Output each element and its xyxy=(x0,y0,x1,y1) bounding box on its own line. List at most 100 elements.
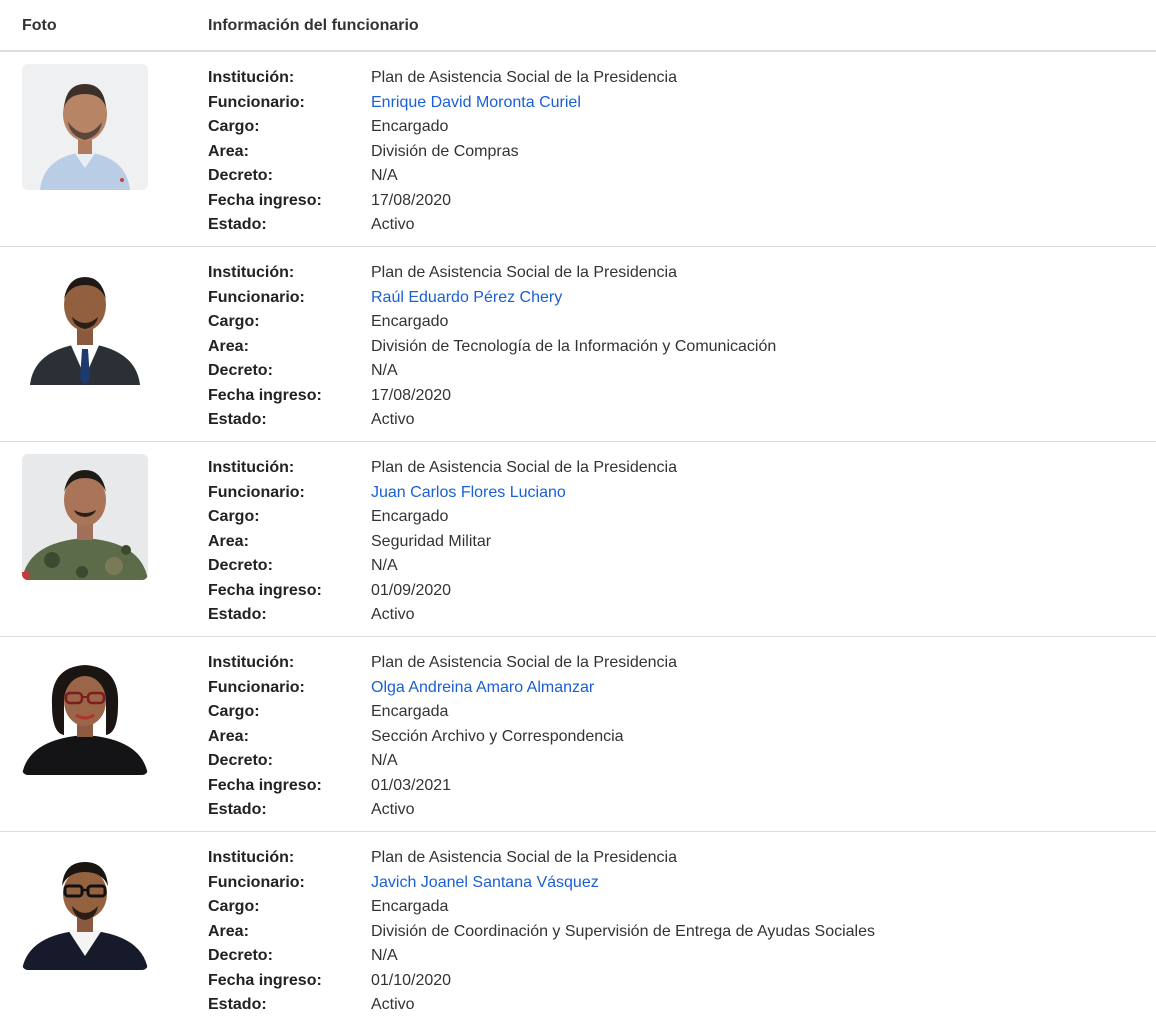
label-area: Area: xyxy=(208,532,249,550)
label-decreto: Decreto: xyxy=(208,167,273,184)
value-area: División de Coordinación y Supervisión d… xyxy=(371,922,876,940)
value-fecha: 17/08/2020 xyxy=(371,191,452,209)
label-cargo: Cargo: xyxy=(208,118,260,135)
value-cargo: Encargado xyxy=(371,313,449,330)
value-institucion: Plan de Asistencia Social de la Presiden… xyxy=(371,459,677,476)
value-estado: Activo xyxy=(371,216,415,233)
field-area: Area: División de Compras xyxy=(208,140,677,165)
label-cargo: Cargo: xyxy=(208,508,260,525)
label-estado: Estado: xyxy=(208,216,267,233)
officials-table: Foto Información del funcionario Institu… xyxy=(0,0,1156,1022)
field-estado: Estado: Activo xyxy=(208,213,677,238)
value-decreto: N/A xyxy=(371,752,398,769)
field-decreto: Decreto: N/A xyxy=(208,554,677,579)
field-cargo: Cargo: Encargado xyxy=(208,115,677,140)
field-institucion: Institución: Plan de Asistencia Social d… xyxy=(208,261,776,286)
label-funcionario: Funcionario: xyxy=(208,678,305,696)
field-cargo: Cargo: Encargado xyxy=(208,505,677,530)
value-area: División de Tecnología de la Información… xyxy=(371,337,777,355)
table-row: Institución: Plan de Asistencia Social d… xyxy=(0,442,1156,637)
value-decreto: N/A xyxy=(371,362,398,379)
value-cargo: Encargada xyxy=(371,703,449,720)
official-name-link[interactable]: Juan Carlos Flores Luciano xyxy=(371,481,566,506)
value-fecha: 01/03/2021 xyxy=(371,776,452,794)
field-decreto: Decreto: N/A xyxy=(208,749,677,774)
value-institucion: Plan de Asistencia Social de la Presiden… xyxy=(371,654,677,671)
label-institucion: Institución: xyxy=(208,459,295,476)
field-cargo: Cargo: Encargado xyxy=(208,310,776,335)
field-area: Area: Seguridad Militar xyxy=(208,530,677,555)
official-name-link[interactable]: Olga Andreina Amaro Almanzar xyxy=(371,676,594,701)
table-row: Institución: Plan de Asistencia Social d… xyxy=(0,637,1156,832)
value-cargo: Encargado xyxy=(371,508,449,525)
official-info: Institución: Plan de Asistencia Social d… xyxy=(208,456,677,628)
field-area: Area: División de Tecnología de la Infor… xyxy=(208,335,776,360)
value-estado: Activo xyxy=(371,606,415,623)
table-row: Institución: Plan de Asistencia Social d… xyxy=(0,247,1156,442)
value-cargo: Encargado xyxy=(371,118,449,135)
label-cargo: Cargo: xyxy=(208,703,260,720)
official-name-link[interactable]: Raúl Eduardo Pérez Chery xyxy=(371,286,562,311)
label-decreto: Decreto: xyxy=(208,947,273,964)
header-info: Información del funcionario xyxy=(208,17,419,34)
field-fecha: Fecha ingreso: 17/08/2020 xyxy=(208,384,776,409)
value-decreto: N/A xyxy=(371,167,398,184)
value-area: Seguridad Militar xyxy=(371,532,492,550)
label-funcionario: Funcionario: xyxy=(208,483,305,501)
label-estado: Estado: xyxy=(208,801,267,818)
official-photo xyxy=(22,64,148,190)
field-estado: Estado: Activo xyxy=(208,408,776,433)
field-institucion: Institución: Plan de Asistencia Social d… xyxy=(208,66,677,91)
field-estado: Estado: Activo xyxy=(208,798,677,823)
table-body: Institución: Plan de Asistencia Social d… xyxy=(0,52,1156,1022)
field-cargo: Cargo: Encargada xyxy=(208,700,677,725)
label-institucion: Institución: xyxy=(208,849,295,866)
table-row: Institución: Plan de Asistencia Social d… xyxy=(0,832,1156,1022)
official-photo xyxy=(22,844,148,970)
label-cargo: Cargo: xyxy=(208,313,260,330)
label-area: Area: xyxy=(208,922,249,940)
field-cargo: Cargo: Encargada xyxy=(208,895,875,920)
value-decreto: N/A xyxy=(371,557,398,574)
label-fecha: Fecha ingreso: xyxy=(208,386,322,404)
value-institucion: Plan de Asistencia Social de la Presiden… xyxy=(371,69,677,86)
official-photo xyxy=(22,454,148,580)
label-estado: Estado: xyxy=(208,996,267,1013)
field-institucion: Institución: Plan de Asistencia Social d… xyxy=(208,846,875,871)
label-funcionario: Funcionario: xyxy=(208,93,305,111)
field-fecha: Fecha ingreso: 17/08/2020 xyxy=(208,189,677,214)
label-decreto: Decreto: xyxy=(208,557,273,574)
value-cargo: Encargada xyxy=(371,898,449,915)
field-decreto: Decreto: N/A xyxy=(208,164,677,189)
field-funcionario: Funcionario: Juan Carlos Flores Luciano xyxy=(208,481,677,506)
field-institucion: Institución: Plan de Asistencia Social d… xyxy=(208,456,677,481)
label-estado: Estado: xyxy=(208,606,267,623)
label-area: Area: xyxy=(208,142,249,160)
value-fecha: 01/09/2020 xyxy=(371,581,452,599)
field-decreto: Decreto: N/A xyxy=(208,359,776,384)
label-decreto: Decreto: xyxy=(208,362,273,379)
label-fecha: Fecha ingreso: xyxy=(208,971,322,989)
table-row: Institución: Plan de Asistencia Social d… xyxy=(0,52,1156,247)
official-info: Institución: Plan de Asistencia Social d… xyxy=(208,846,875,1018)
value-estado: Activo xyxy=(371,411,415,428)
label-decreto: Decreto: xyxy=(208,752,273,769)
official-name-link[interactable]: Enrique David Moronta Curiel xyxy=(371,91,581,116)
value-estado: Activo xyxy=(371,801,415,818)
field-fecha: Fecha ingreso: 01/03/2021 xyxy=(208,774,677,799)
header-foto: Foto xyxy=(22,17,57,34)
official-info: Institución: Plan de Asistencia Social d… xyxy=(208,651,677,823)
official-photo xyxy=(22,259,148,385)
value-institucion: Plan de Asistencia Social de la Presiden… xyxy=(371,849,677,866)
label-area: Area: xyxy=(208,337,249,355)
field-funcionario: Funcionario: Olga Andreina Amaro Almanza… xyxy=(208,676,677,701)
value-estado: Activo xyxy=(371,996,415,1013)
field-estado: Estado: Activo xyxy=(208,993,875,1018)
official-name-link[interactable]: Javich Joanel Santana Vásquez xyxy=(371,871,599,896)
official-photo xyxy=(22,649,148,775)
field-area: Area: División de Coordinación y Supervi… xyxy=(208,920,875,945)
value-fecha: 17/08/2020 xyxy=(371,386,452,404)
field-fecha: Fecha ingreso: 01/09/2020 xyxy=(208,579,677,604)
label-fecha: Fecha ingreso: xyxy=(208,581,322,599)
value-fecha: 01/10/2020 xyxy=(371,971,452,989)
